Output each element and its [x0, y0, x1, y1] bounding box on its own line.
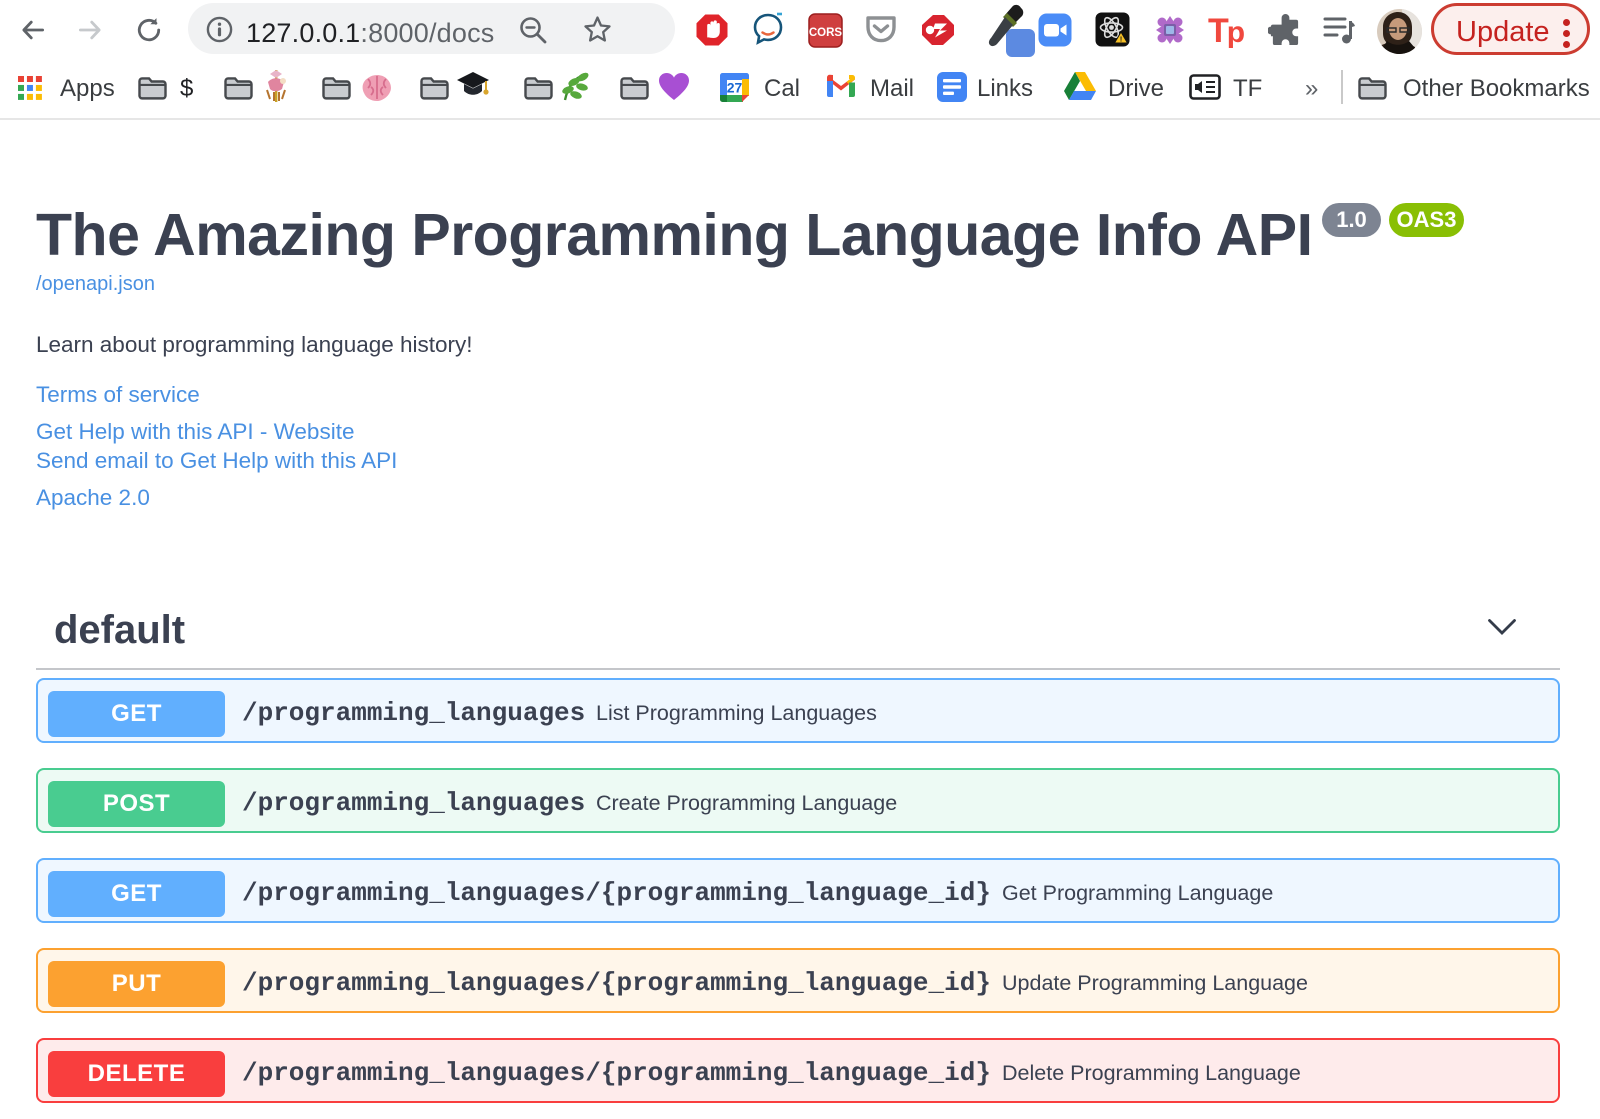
svg-text:27: 27	[727, 80, 743, 96]
svg-text:!: !	[1120, 37, 1122, 44]
svg-text:CORS: CORS	[809, 27, 843, 39]
